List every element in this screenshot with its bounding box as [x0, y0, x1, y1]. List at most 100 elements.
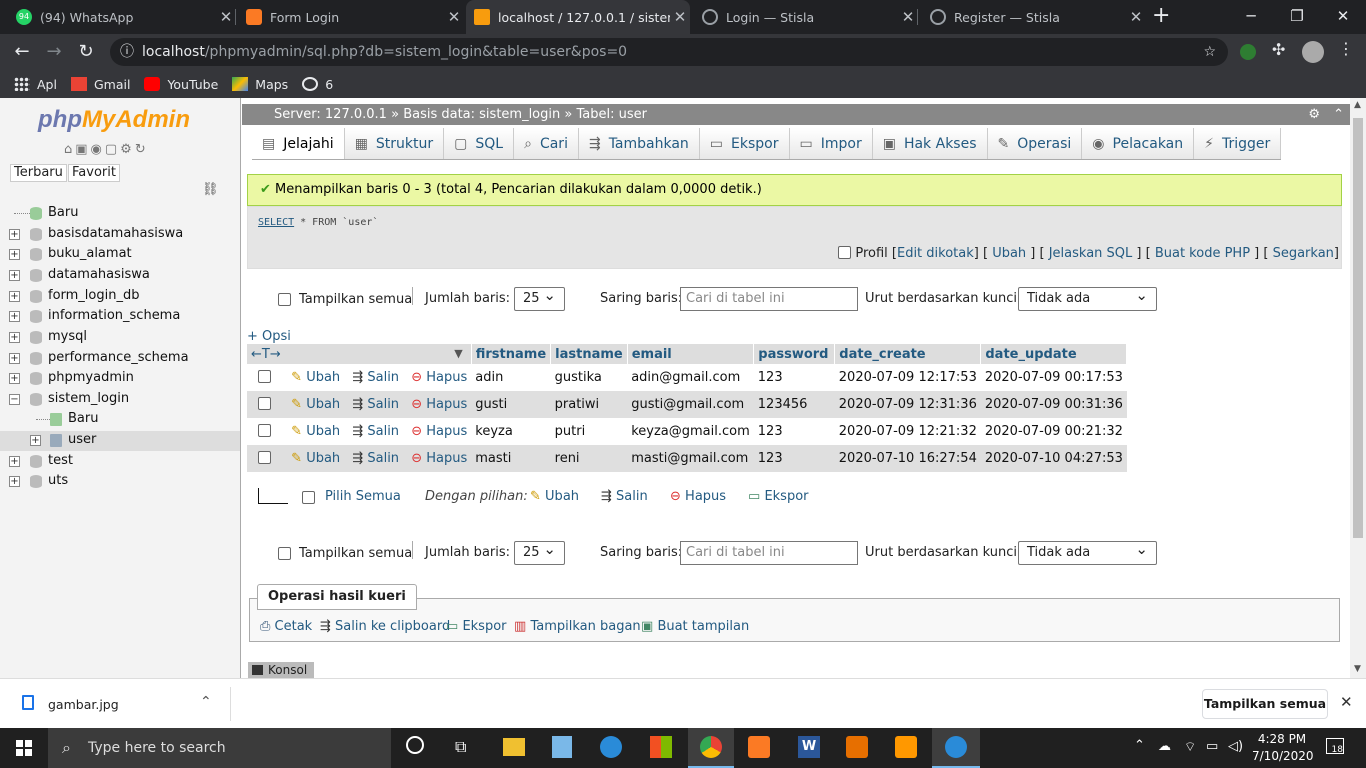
phpmyadmin-logo[interactable]: phpMyAdmin [38, 106, 190, 134]
avatar[interactable] [1302, 41, 1324, 63]
xampp-icon[interactable] [748, 736, 770, 758]
bookmark-maps[interactable]: Maps [232, 77, 288, 92]
minimize-button[interactable]: ─ [1228, 0, 1274, 34]
word-icon[interactable]: W [798, 736, 820, 758]
sort-select[interactable]: Tidak ada [1018, 538, 1157, 565]
chevron-up-icon[interactable]: ⌃ [200, 694, 212, 710]
column-header-email[interactable]: email [627, 344, 755, 364]
file-explorer-icon[interactable] [503, 738, 525, 756]
column-header-date-update[interactable]: date_update [980, 344, 1128, 364]
close-window-button[interactable]: ✕ [1320, 0, 1366, 34]
table-cell[interactable]: 123 [753, 445, 835, 472]
export-button[interactable]: ▭ Ekspor [446, 619, 507, 634]
table-cell[interactable]: adin@gmail.com [627, 364, 754, 391]
tab-triggers[interactable]: ⚡ Trigger [1194, 128, 1282, 159]
select-all-checkbox[interactable] [302, 491, 315, 504]
bookmark-gmail[interactable]: Gmail [70, 77, 130, 92]
row-copy-button[interactable]: ⇶ Salin [352, 370, 399, 385]
edge-taskbar-button[interactable] [932, 728, 980, 768]
table-cell[interactable]: 2020-07-09 12:31:36 [834, 391, 981, 418]
table-cell[interactable]: 2020-07-09 00:17:53 [980, 364, 1127, 391]
breadcrumb-table[interactable]: Tabel: user [577, 107, 647, 122]
create-view-button[interactable]: ▣ Buat tampilan [641, 619, 749, 634]
bulk-edit-button[interactable]: ✎ Ubah [530, 489, 579, 504]
options-toggle[interactable]: + Opsi [247, 329, 291, 344]
column-arrows-header[interactable]: ←T→ ▼ [247, 344, 472, 364]
app-icon[interactable] [552, 736, 572, 758]
row-delete-button[interactable]: ⊖ Hapus [411, 397, 467, 412]
table-cell[interactable]: 123456 [753, 391, 835, 418]
bulk-copy-button[interactable]: ⇶ Salin [601, 489, 648, 504]
close-icon[interactable]: ✕ [1340, 693, 1353, 711]
back-button[interactable]: ← [8, 38, 36, 66]
tab-insert[interactable]: ⇶ Tambahkan [578, 128, 700, 159]
bookmark-star-icon[interactable]: ☆ [1203, 38, 1216, 66]
table-cell[interactable]: 2020-07-09 12:17:53 [834, 364, 981, 391]
rows-select[interactable]: 25 [514, 284, 565, 311]
menu-icon[interactable]: ⋮ [1338, 39, 1354, 58]
bookmark-youtube[interactable]: YouTube [144, 77, 218, 92]
table-cell[interactable]: 123 [753, 364, 835, 391]
close-icon[interactable]: ✕ [898, 8, 918, 26]
row-delete-button[interactable]: ⊖ Hapus [411, 451, 467, 466]
row-checkbox[interactable] [258, 397, 271, 410]
table-cell[interactable]: 123 [753, 418, 835, 445]
table-cell[interactable]: gusti@gmail.com [627, 391, 754, 418]
tree-db-uts[interactable]: + uts [0, 472, 240, 492]
battery-icon[interactable]: ▭ [1206, 739, 1218, 754]
table-cell[interactable]: 2020-07-09 12:21:32 [834, 418, 981, 445]
profile-checkbox[interactable] [838, 246, 852, 259]
breadcrumb-server[interactable]: Server: 127.0.0.1 [274, 107, 387, 122]
taskbar-search[interactable]: ⌕ Type here to search [48, 728, 391, 768]
tab-recent[interactable]: Terbaru [10, 164, 67, 182]
store-icon[interactable] [650, 736, 672, 758]
cloud-icon[interactable]: ☁ [1158, 739, 1171, 754]
volume-icon[interactable]: ◁) [1228, 739, 1243, 754]
scrollbar-thumb[interactable] [1353, 118, 1363, 538]
wifi-icon[interactable]: ⌔ [1184, 739, 1196, 755]
forward-button[interactable]: → [40, 38, 68, 66]
display-chart-button[interactable]: ▥ Tampilkan bagan [514, 619, 641, 634]
row-copy-button[interactable]: ⇶ Salin [352, 424, 399, 439]
column-header-lastname[interactable]: lastname [550, 344, 628, 364]
table-cell[interactable]: putri [550, 418, 628, 445]
tab-favorites[interactable]: Favorit [68, 164, 120, 182]
new-tab-button[interactable]: + [1152, 3, 1170, 28]
link-icon[interactable]: ⛓ [202, 182, 219, 197]
tree-table-user[interactable]: + user [0, 431, 240, 451]
php-code-link[interactable]: Buat kode PHP [1155, 246, 1250, 261]
tab-import[interactable]: ▭ Impor [789, 128, 873, 159]
cortana-icon[interactable] [406, 736, 424, 754]
reload-button[interactable]: ↻ [72, 38, 100, 66]
tree-table-new[interactable]: Baru [0, 410, 240, 430]
table-cell[interactable]: 2020-07-09 00:31:36 [980, 391, 1127, 418]
close-icon[interactable]: ✕ [670, 8, 690, 26]
tree-db-test[interactable]: + test [0, 452, 240, 472]
tree-db-basisdatamahasiswa[interactable]: + basisdatamahasiswa [0, 225, 240, 245]
tree-db-form-login-db[interactable]: + form_login_db [0, 287, 240, 307]
sort-select[interactable]: Tidak ada [1018, 284, 1157, 311]
rows-select[interactable]: 25 [514, 538, 565, 565]
sublime-icon[interactable] [895, 736, 917, 758]
collapse-icon[interactable]: ⌃ [1333, 104, 1344, 125]
close-icon[interactable]: ✕ [444, 8, 464, 26]
tree-db-mysql[interactable]: + mysql [0, 328, 240, 348]
row-checkbox[interactable] [258, 451, 271, 464]
notification-icon[interactable]: 18 [1326, 738, 1344, 755]
sql-keyword[interactable]: SELECT [258, 217, 294, 228]
vertical-scrollbar[interactable]: ▲ ▼ [1350, 98, 1366, 678]
edge-icon[interactable] [600, 736, 622, 758]
tab-structure[interactable]: ▦ Struktur [344, 128, 445, 159]
table-cell[interactable]: masti [471, 445, 551, 472]
tab-register-stisla[interactable]: Register — Stisla ✕ [922, 0, 1146, 34]
table-cell[interactable]: 2020-07-10 16:27:54 [834, 445, 981, 472]
bulk-export-button[interactable]: ▭ Ekspor [748, 489, 809, 504]
java-icon[interactable] [846, 736, 868, 758]
tab-privileges[interactable]: ▣ Hak Akses [872, 128, 988, 159]
row-edit-button[interactable]: ✎ Ubah [291, 397, 340, 412]
chevron-up-icon[interactable]: ⌃ [1134, 738, 1145, 753]
url-input[interactable]: ⓘ localhost/phpmyadmin/sql.php?db=sistem… [110, 38, 1228, 66]
tree-db-information-schema[interactable]: + information_schema [0, 307, 240, 327]
bookmark-apps[interactable]: Apl [14, 77, 57, 92]
table-cell[interactable]: adin [471, 364, 551, 391]
